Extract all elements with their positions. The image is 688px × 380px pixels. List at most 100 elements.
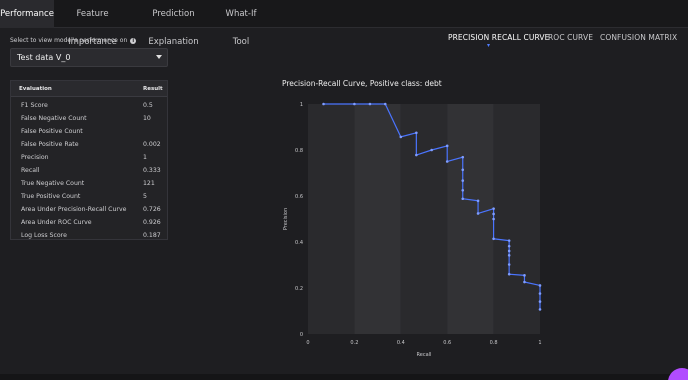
metric-row: Area Under Precision-Recall Curve 0.726 xyxy=(11,203,167,216)
pr-curve-point xyxy=(523,274,526,277)
pr-curve-point xyxy=(538,300,542,303)
tab-feature-importance[interactable]: Feature Importance xyxy=(54,0,131,47)
pr-curve-point xyxy=(461,155,465,159)
metric-name: True Positive Count xyxy=(21,193,81,200)
header-result: Result xyxy=(143,86,163,92)
pr-curve-point xyxy=(538,308,542,311)
pr-curve-point xyxy=(461,168,465,172)
pr-curve-point xyxy=(507,263,511,266)
metric-name: F1 Score xyxy=(21,102,48,109)
metric-value: 1 xyxy=(143,154,147,161)
y-tick-label: 0.2 xyxy=(295,286,303,292)
x-tick-label: 0.8 xyxy=(490,340,498,346)
plot-band xyxy=(400,104,448,334)
metrics-table-header: Evaluation Result xyxy=(11,81,167,97)
x-tick-label: 0.4 xyxy=(397,340,405,346)
metric-value: 5 xyxy=(143,193,147,200)
pr-curve-point xyxy=(507,244,511,248)
tab-confusion-matrix[interactable]: CONFUSION MATRIX xyxy=(600,33,677,42)
metric-value: 0.002 xyxy=(143,141,161,148)
metric-name: Recall xyxy=(21,167,40,174)
y-tick-label: 0.6 xyxy=(295,194,303,200)
tab-precision-recall-curve[interactable]: PRECISION RECALL CURVE xyxy=(448,33,549,42)
x-tick-label: 1 xyxy=(538,340,541,346)
metric-name: False Positive Count xyxy=(21,128,83,135)
metric-value: 0.333 xyxy=(143,167,161,174)
precision-recall-chart: 0 0.2 0.4 0.6 0.8 1 0 0.2 0.4 0.6 0.8 1 Recall Precis… xyxy=(283,102,542,358)
view-selector-label: Select to view model's performance on xyxy=(10,37,128,44)
pr-curve-point xyxy=(507,239,511,242)
tab-prediction-explanation[interactable]: Prediction Explanation xyxy=(131,0,216,47)
metric-row: Recall 0.333 xyxy=(11,164,167,177)
metric-name: False Negative Count xyxy=(21,115,87,122)
x-tick-label: 0 xyxy=(306,340,309,346)
tab-performance[interactable]: Performance xyxy=(0,0,54,28)
pr-curve-point xyxy=(492,212,495,216)
x-tick-label: 0.6 xyxy=(443,340,451,346)
metric-value: 0.5 xyxy=(143,102,153,109)
metric-row: F1 Score 0.5 xyxy=(11,99,167,112)
chart-title: Precision-Recall Curve, Positive class: … xyxy=(282,79,442,88)
metric-row: Precision 1 xyxy=(11,151,167,164)
metric-row: Area Under ROC Curve 0.926 xyxy=(11,216,167,229)
plot-band xyxy=(308,104,355,334)
metric-name: Area Under Precision-Recall Curve xyxy=(21,206,127,213)
metric-value: 0.187 xyxy=(143,232,161,239)
y-tick-label: 1 xyxy=(300,102,303,108)
y-tick-label: 0 xyxy=(300,332,303,338)
chevron-down-icon xyxy=(156,55,162,59)
pr-curve-point xyxy=(415,153,418,157)
pr-curve-point xyxy=(461,197,465,201)
dataset-select-value: Test data V_0 xyxy=(17,53,71,62)
x-axis-title: Recall xyxy=(417,352,432,358)
dataset-select[interactable]: Test data V_0 xyxy=(10,48,168,67)
pr-curve-point xyxy=(476,199,480,203)
pr-curve-point xyxy=(399,135,403,139)
pr-curve-point xyxy=(492,207,495,210)
pr-curve-point xyxy=(461,188,465,192)
y-tick-label: 0.8 xyxy=(295,148,303,154)
help-fab-button[interactable] xyxy=(668,368,688,380)
pr-curve-point xyxy=(445,160,449,163)
view-selector-label-row: Select to view model's performance on i xyxy=(10,37,137,44)
bottom-bar xyxy=(0,374,688,380)
y-tick-label: 0.4 xyxy=(295,240,303,246)
pr-curve-point xyxy=(507,272,511,276)
pr-curve-point xyxy=(368,102,372,106)
metric-name: Area Under ROC Curve xyxy=(21,219,92,226)
pr-curve-point xyxy=(538,284,542,287)
pr-curve-point xyxy=(445,144,449,148)
y-axis-title: Precision xyxy=(283,208,289,230)
pr-curve-point xyxy=(507,249,511,253)
metric-row: False Positive Count xyxy=(11,125,167,138)
metric-name: False Positive Rate xyxy=(21,141,79,148)
plot-band xyxy=(447,104,494,334)
plot-band xyxy=(493,104,540,334)
header-evaluation: Evaluation xyxy=(19,86,52,92)
metric-value: 0.926 xyxy=(143,219,161,226)
metric-row: False Negative Count 10 xyxy=(11,112,167,125)
metric-row: True Negative Count 121 xyxy=(11,177,167,190)
pr-curve-point xyxy=(523,280,526,284)
metric-value: 0.726 xyxy=(143,206,161,213)
pr-curve-point xyxy=(538,292,542,295)
tab-roc-curve[interactable]: ROC CURVE xyxy=(548,33,593,42)
pr-curve-point xyxy=(383,102,387,106)
active-tab-indicator-icon: ▾ xyxy=(487,42,491,49)
tab-what-if-tool[interactable]: What-If Tool xyxy=(216,0,266,47)
pr-curve-point xyxy=(507,254,511,257)
pr-curve-point xyxy=(461,179,465,182)
pr-curve-point xyxy=(476,212,480,215)
plot-band xyxy=(354,104,401,334)
main-tab-bar: Performance Feature Importance Predictio… xyxy=(0,0,688,47)
pr-curve-point xyxy=(415,131,418,135)
metric-value: 10 xyxy=(143,115,151,122)
pr-curve-point xyxy=(322,102,325,106)
pr-curve-point xyxy=(492,217,495,221)
pr-curve-point xyxy=(492,237,495,241)
info-icon[interactable]: i xyxy=(130,37,137,44)
metric-name: True Negative Count xyxy=(21,180,85,187)
metric-row: True Positive Count 5 xyxy=(11,190,167,203)
pr-curve-point xyxy=(353,102,356,106)
x-tick-label: 0.2 xyxy=(350,340,358,346)
